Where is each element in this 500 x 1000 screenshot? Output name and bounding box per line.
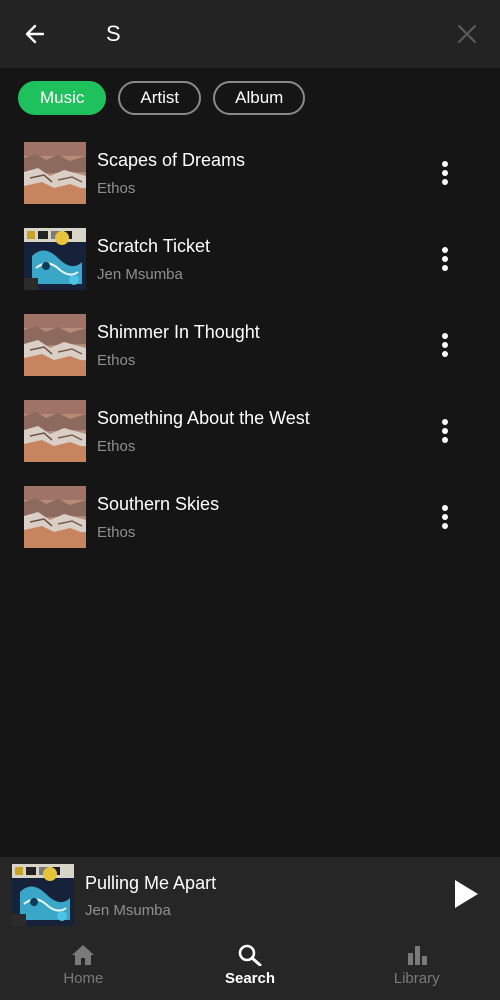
nav-home-label: Home [63, 970, 104, 987]
song-artist: Ethos [97, 524, 136, 541]
clear-search-button[interactable] [450, 17, 484, 51]
song-title: Shimmer In Thought [97, 322, 260, 342]
album-art-canyon [24, 142, 86, 204]
more-options-button[interactable] [430, 324, 460, 366]
nav-home[interactable]: Home [0, 932, 167, 1000]
song-title: Scapes of Dreams [97, 150, 246, 170]
nav-library[interactable]: Library [333, 932, 500, 1000]
bar-chart-icon [407, 946, 427, 965]
more-options-button[interactable] [430, 238, 460, 280]
search-icon [238, 944, 262, 966]
song-title: Southern Skies [97, 494, 220, 514]
back-button[interactable] [18, 17, 52, 51]
search-input[interactable] [96, 16, 436, 52]
filter-chip-album[interactable]: Album [213, 81, 306, 115]
home-icon [72, 945, 95, 965]
nav-library-label: Library [393, 970, 440, 987]
song-artist: Ethos [97, 180, 136, 197]
album-art-collage [12, 864, 74, 926]
more-options-button[interactable] [430, 152, 460, 194]
close-icon [457, 24, 477, 44]
album-art-canyon [24, 400, 86, 462]
search-header [0, 0, 500, 68]
more-vertical-icon [442, 419, 448, 443]
filter-chip-music[interactable]: Music [18, 81, 107, 115]
list-item[interactable]: Shimmer In Thought Ethos [0, 302, 500, 388]
song-artist: Ethos [97, 438, 136, 455]
list-item[interactable]: Scapes of Dreams Ethos [0, 130, 500, 216]
play-icon [455, 880, 478, 908]
bottom-navigation: Home Search Library [0, 932, 500, 1000]
filter-chips: Music Artist Album [18, 81, 306, 115]
more-vertical-icon [442, 505, 448, 529]
song-title: Something About the West [97, 408, 310, 428]
more-options-button[interactable] [430, 410, 460, 452]
list-item[interactable]: Something About the West Ethos [0, 388, 500, 474]
song-artist: Ethos [97, 352, 136, 369]
filter-chip-artist[interactable]: Artist [118, 81, 202, 115]
search-results-list: Scapes of Dreams Ethos Scratch Ticket Je… [0, 130, 500, 560]
album-art-collage [24, 228, 86, 290]
song-title: Scratch Ticket [97, 236, 211, 256]
list-item[interactable]: Scratch Ticket Jen Msumba [0, 216, 500, 302]
more-options-button[interactable] [430, 496, 460, 538]
more-vertical-icon [442, 333, 448, 357]
list-item[interactable]: Southern Skies Ethos [0, 474, 500, 560]
album-art-canyon [24, 486, 86, 548]
now-playing-title: Pulling Me Apart [85, 873, 217, 893]
album-art-canyon [24, 314, 86, 376]
nav-search-label: Search [224, 970, 276, 987]
arrow-left-icon [25, 24, 45, 44]
now-playing-artist: Jen Msumba [85, 902, 171, 919]
mini-player[interactable]: Pulling Me Apart Jen Msumba [0, 857, 500, 932]
play-button[interactable] [448, 876, 484, 912]
more-vertical-icon [442, 161, 448, 185]
nav-search[interactable]: Search [167, 932, 334, 1000]
song-artist: Jen Msumba [97, 266, 183, 283]
more-vertical-icon [442, 247, 448, 271]
